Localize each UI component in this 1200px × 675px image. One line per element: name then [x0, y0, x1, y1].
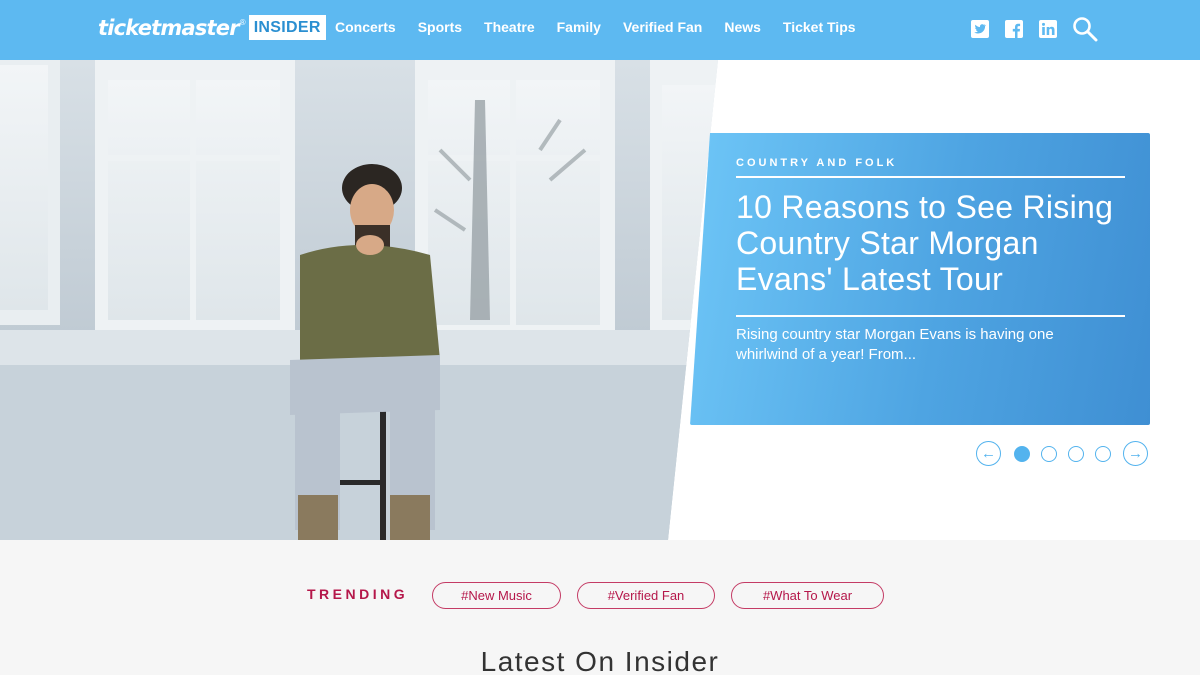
main-nav: Concerts Sports Theatre Family Verified …: [335, 19, 856, 35]
top-navigation-bar: ticketmaster ® INSIDER Concerts Sports T…: [0, 0, 1200, 60]
nav-item-family[interactable]: Family: [557, 19, 601, 35]
carousel-dot-2[interactable]: [1041, 445, 1057, 462]
article-title[interactable]: 10 Reasons to See Rising Country Star Mo…: [736, 189, 1126, 297]
card-divider-top: [736, 176, 1125, 178]
article-category[interactable]: COUNTRY AND FOLK: [736, 157, 897, 169]
insider-badge: INSIDER: [248, 15, 326, 40]
latest-on-insider-heading: Latest On Insider: [480, 646, 720, 675]
carousel-dots: [1014, 445, 1111, 462]
card-divider-bottom: [736, 315, 1125, 317]
nav-item-concerts[interactable]: Concerts: [335, 19, 396, 35]
ticketmaster-insider-logo[interactable]: ticketmaster ® INSIDER: [98, 15, 326, 40]
carousel-next-button[interactable]: →: [1123, 441, 1148, 466]
tag-what-to-wear[interactable]: #What To Wear: [731, 582, 884, 609]
carousel-dot-3[interactable]: [1068, 445, 1084, 462]
trending-section: TRENDING #New Music #Verified Fan #What …: [0, 540, 1200, 675]
hero-photo-morgan-evans[interactable]: [0, 60, 718, 540]
tag-verified-fan[interactable]: #Verified Fan: [577, 582, 715, 609]
twitter-icon[interactable]: [970, 19, 990, 39]
facebook-icon[interactable]: [1004, 19, 1024, 39]
logo-wordmark: ticketmaster: [98, 15, 240, 40]
carousel-dot-1[interactable]: [1014, 445, 1030, 462]
hero-section: COUNTRY AND FOLK 10 Reasons to See Risin…: [0, 60, 1200, 540]
nav-item-sports[interactable]: Sports: [418, 19, 462, 35]
featured-article-card[interactable]: COUNTRY AND FOLK 10 Reasons to See Risin…: [690, 133, 1150, 425]
social-and-search: [970, 16, 1098, 42]
carousel-controls: ← →: [976, 441, 1148, 466]
article-excerpt: Rising country star Morgan Evans is havi…: [736, 326, 1054, 363]
nav-item-ticket-tips[interactable]: Ticket Tips: [783, 19, 856, 35]
nav-item-verified-fan[interactable]: Verified Fan: [623, 19, 702, 35]
linkedin-icon[interactable]: [1038, 19, 1058, 39]
carousel-dot-4[interactable]: [1095, 445, 1111, 462]
trending-label: TRENDING: [307, 586, 409, 602]
registered-mark: ®: [239, 18, 246, 27]
search-icon[interactable]: [1072, 16, 1098, 42]
carousel-prev-button[interactable]: ←: [976, 441, 1001, 466]
tag-new-music[interactable]: #New Music: [432, 582, 561, 609]
nav-item-theatre[interactable]: Theatre: [484, 19, 535, 35]
nav-item-news[interactable]: News: [724, 19, 761, 35]
